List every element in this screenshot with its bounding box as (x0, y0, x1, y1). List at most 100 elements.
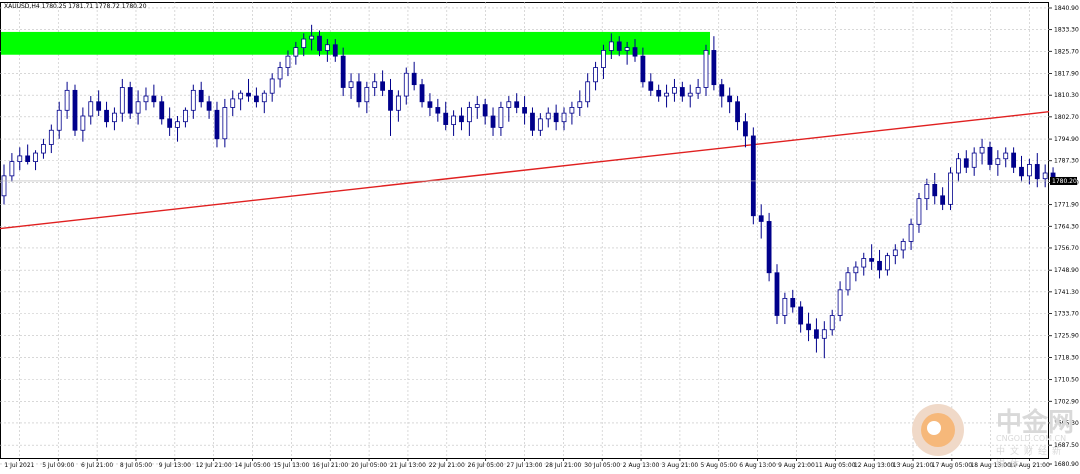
candle-body (490, 115, 496, 128)
candle-body (96, 101, 102, 111)
candle-body (419, 84, 425, 103)
candle-body (727, 95, 733, 103)
candle-body (601, 50, 606, 68)
candle-body (908, 223, 914, 242)
y-tick-label: 1794.90 (1054, 136, 1079, 143)
candle-body (932, 183, 938, 197)
candle-body (616, 41, 622, 51)
candle-body (1, 175, 7, 197)
candle-body (1026, 164, 1032, 177)
candle-body (41, 144, 46, 154)
x-tick-label: 22 Jul 21:00 (429, 462, 465, 469)
candle-body (900, 240, 906, 251)
candle-body (766, 221, 772, 274)
x-tick-label: 3 Aug 21:00 (662, 462, 699, 469)
candle-body (403, 72, 409, 97)
candle-body (956, 158, 961, 174)
y-tick-label: 1840.90 (1054, 5, 1079, 12)
candle-body (719, 84, 725, 97)
candle-body (230, 98, 236, 108)
candle-body (324, 44, 330, 51)
candle-body (656, 89, 662, 97)
y-tick-label: 1771.90 (1054, 202, 1079, 209)
candle-body (648, 81, 654, 91)
watermark-tagline: 中文财经新媒体 (996, 447, 1067, 470)
candle-body (885, 255, 890, 271)
candle-body (522, 107, 527, 114)
candle-body (632, 47, 638, 57)
x-tick-label: 9 Jul 13:00 (159, 462, 191, 469)
candle-body (246, 92, 251, 97)
watermark-domain: CNGOLD.COM.CN (996, 434, 1067, 443)
candle-body (261, 92, 267, 103)
candle-body (861, 258, 867, 268)
candle-body (829, 315, 835, 331)
candle-body (1034, 164, 1040, 180)
candle-body (340, 55, 346, 88)
candle-body (987, 146, 993, 165)
candle-body (372, 81, 378, 88)
candle-body (64, 89, 70, 111)
candle-body (183, 109, 188, 123)
y-tick-label: 1764.30 (1054, 223, 1079, 230)
candle-body (537, 118, 543, 131)
y-tick-label: 1733.70 (1054, 311, 1079, 318)
x-tick-label: 2 Aug 13:00 (623, 462, 660, 469)
candle-body (585, 81, 591, 103)
candle-body (695, 87, 701, 94)
candle-body (474, 104, 480, 108)
x-tick-label: 1 Jul 2021 (4, 462, 34, 469)
candle-body (530, 112, 535, 131)
candle-body (167, 118, 173, 128)
y-tick-label: 1817.90 (1054, 71, 1079, 78)
chart-title: XAUUSD,H4 1780.25 1781.71 1778.72 1780.2… (4, 3, 147, 10)
candle-body (33, 152, 38, 163)
candle-body (48, 129, 54, 145)
x-tick-label: 5 Jul 09:00 (42, 462, 74, 469)
candle-body (427, 101, 433, 108)
candle-body (892, 249, 898, 257)
candle-body (869, 258, 875, 262)
candle-body (1042, 172, 1048, 180)
y-tick-label: 1833.30 (1054, 27, 1079, 34)
candle-body (735, 101, 740, 123)
candle-body (380, 81, 386, 91)
candle-body (238, 92, 244, 100)
candle-body (395, 95, 401, 111)
candle-body (798, 306, 804, 325)
candle-body (498, 107, 504, 128)
candle-body (1003, 152, 1009, 160)
x-tick-label: 14 Jul 05:00 (235, 462, 271, 469)
candle-body (514, 101, 520, 108)
y-tick-label: 1725.90 (1054, 333, 1079, 340)
candle-body (451, 115, 456, 125)
candle-body (80, 115, 86, 131)
cngold-watermark: 中金网 CNGOLD.COM.CN 中文财经新媒体 (904, 400, 1074, 470)
candle-body (948, 172, 953, 205)
candle-body (143, 95, 149, 103)
x-tick-label: 28 Jul 21:00 (545, 462, 581, 469)
candle-body (569, 107, 575, 114)
y-tick-label: 1741.30 (1054, 289, 1079, 296)
candle-body (782, 297, 788, 316)
candle-body (206, 101, 212, 111)
x-tick-label: 8 Jul 05:00 (120, 462, 152, 469)
candle-body (190, 89, 196, 111)
candle-body (411, 72, 417, 86)
candle-body (309, 35, 315, 40)
x-tick-label: 6 Aug 13:00 (739, 462, 776, 469)
candle-body (711, 50, 717, 86)
x-tick-label: 9 Aug 21:00 (778, 462, 815, 469)
candle-body (364, 87, 370, 103)
x-tick-label: 15 Jul 13:00 (273, 462, 309, 469)
candle-body (9, 161, 15, 177)
candle-body (119, 87, 125, 114)
candle-body (608, 41, 614, 51)
candle-body (459, 115, 464, 123)
candle-body (254, 95, 259, 103)
cngold-logo-icon (912, 404, 964, 456)
candle-body (774, 272, 780, 316)
y-tick-label: 1810.30 (1054, 92, 1079, 99)
y-tick-label: 1802.70 (1054, 114, 1079, 121)
candle-body (435, 107, 441, 114)
